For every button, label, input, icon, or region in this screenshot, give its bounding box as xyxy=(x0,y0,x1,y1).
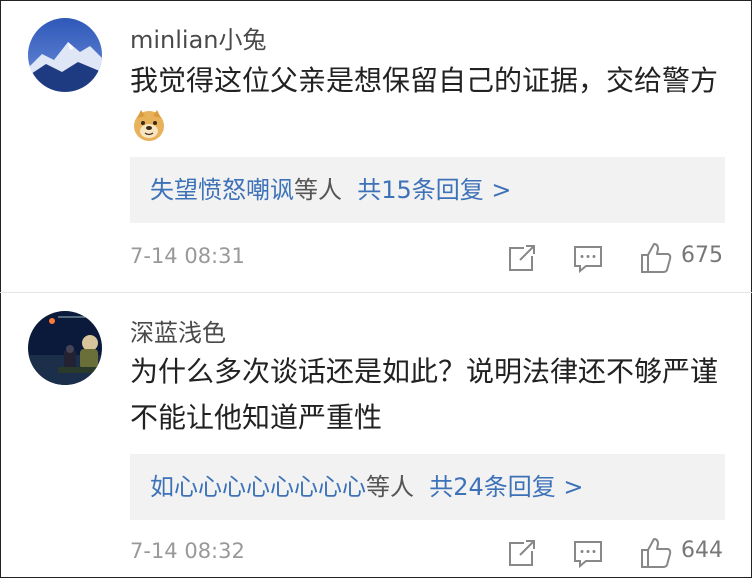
comment-footer: 7-14 08:32 644 xyxy=(130,535,730,575)
reply-users[interactable]: 如心心心心心心心心 xyxy=(150,473,366,501)
comment-item: 深蓝浅色 为什么多次谈话还是如此？说明法律还不够严谨不能让他知道严重性 如心心心… xyxy=(0,293,752,578)
reply-icon[interactable] xyxy=(570,240,606,276)
like-count: 644 xyxy=(681,538,723,563)
username[interactable]: minlian小兔 xyxy=(130,20,267,55)
like-icon[interactable] xyxy=(638,240,674,276)
like-count: 675 xyxy=(681,243,723,268)
share-icon[interactable] xyxy=(504,240,540,276)
comment-item: minlian小兔 我觉得这位父亲是想保留自己的证据，交给警方 失望愤怒嘲讽等人… xyxy=(0,0,752,292)
share-icon[interactable] xyxy=(504,535,540,571)
comment-footer: 7-14 08:31 675 xyxy=(130,240,730,280)
comment-text: 我觉得这位父亲是想保留自己的证据，交给警方 xyxy=(130,58,720,156)
replies-summary-button[interactable]: 如心心心心心心心心等人 共24条回复 > xyxy=(130,454,725,520)
like-icon[interactable] xyxy=(638,535,674,571)
username[interactable]: 深蓝浅色 xyxy=(130,313,226,348)
avatar[interactable] xyxy=(28,311,102,385)
reply-count-link[interactable]: 共24条回复 > xyxy=(429,473,583,501)
reply-count-link[interactable]: 共15条回复 > xyxy=(357,176,511,204)
reply-users-suffix: 等人 xyxy=(294,176,342,204)
comment-text: 为什么多次谈话还是如此？说明法律还不够严谨不能让他知道严重性 xyxy=(130,355,719,434)
comment-text-content: 我觉得这位父亲是想保留自己的证据，交给警方 xyxy=(130,64,719,97)
avatar[interactable] xyxy=(28,18,102,92)
timestamp: 7-14 08:32 xyxy=(130,539,245,563)
timestamp: 7-14 08:31 xyxy=(130,244,245,268)
reply-users-suffix: 等人 xyxy=(366,473,414,501)
reply-users[interactable]: 失望愤怒嘲讽 xyxy=(150,176,294,204)
replies-summary-button[interactable]: 失望愤怒嘲讽等人 共15条回复 > xyxy=(130,157,725,223)
doge-emoji-icon xyxy=(132,108,166,156)
reply-icon[interactable] xyxy=(570,535,606,571)
